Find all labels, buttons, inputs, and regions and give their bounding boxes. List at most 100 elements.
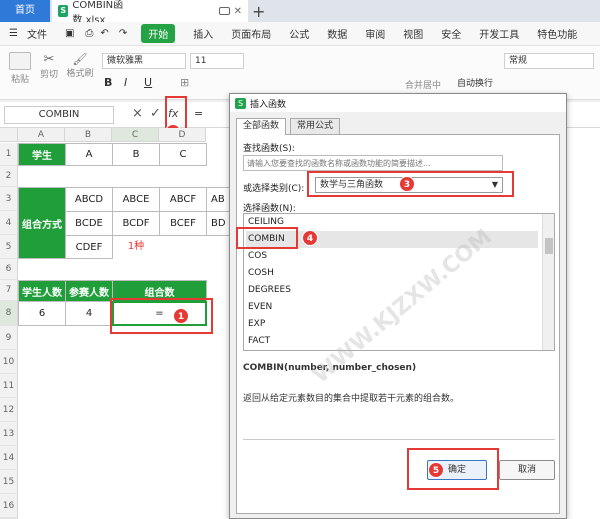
name-box[interactable]: COMBIN [4,106,114,124]
column-header-b[interactable]: B [65,128,112,142]
menu-review[interactable]: 审阅 [365,26,385,41]
column-header-c[interactable]: C [112,128,159,142]
cell-d4[interactable]: BCEF [159,211,207,236]
save-icon[interactable]: ▣ [65,28,74,39]
clipboard-icon [9,52,31,70]
row-header-13[interactable]: 13 [0,422,18,446]
border-icon[interactable]: ⊞ [180,76,189,89]
formula-input[interactable]: = [194,107,203,120]
scrollbar-thumb[interactable] [545,238,553,254]
insert-function-dialog: S 插入函数 全部函数 常用公式 查找函数(S): 或选择类别(C): 数学与三… [229,93,567,519]
row-header-12[interactable]: 12 [0,398,18,422]
row-header-15[interactable]: 15 [0,470,18,494]
cell-c1[interactable]: B [112,143,160,166]
tab-all-functions[interactable]: 全部函数 [236,118,287,135]
tab-common-formulas[interactable]: 常用公式 [290,118,341,134]
cell-group-label[interactable]: 组合方式 [18,187,66,259]
scissors-icon: ✂ [43,52,55,67]
redo-icon[interactable]: ↷ [119,28,127,39]
list-item[interactable]: FACT [246,333,538,350]
cut-label: 剪切 [39,70,58,80]
cell-c3[interactable]: ABCE [112,187,160,212]
corner-cell[interactable] [0,128,18,142]
cell-a1[interactable]: 学生 [18,143,66,166]
paste-label: 粘贴 [10,75,29,85]
column-header-d[interactable]: D [159,128,206,142]
brush-icon: 🖌 [72,52,88,66]
menu-view[interactable]: 视图 [403,26,423,41]
list-item[interactable]: DEGREES [246,282,538,299]
ok-highlight [407,448,499,490]
cell-b4[interactable]: BCDE [65,211,113,236]
home-tab[interactable]: 首页 [0,0,50,22]
cancel-formula-button[interactable]: × [132,106,143,121]
list-item[interactable]: COS [246,248,538,265]
undo-icon[interactable]: ↶ [100,28,108,39]
wrap-text-button[interactable]: 自动换行 [450,76,500,89]
cancel-button[interactable]: 取消 [499,460,555,480]
menu-insert[interactable]: 插入 [193,26,213,41]
cut-button[interactable]: ✂ 剪切 [36,52,62,80]
cell-c5[interactable]: 1种 [112,235,160,259]
menu-formula[interactable]: 公式 [289,26,309,41]
paste-button[interactable]: 粘贴 [6,52,34,85]
underline-button[interactable]: U [144,76,152,89]
number-format-select[interactable]: 常规 [504,53,594,69]
row-header-3[interactable]: 3 [0,187,18,211]
cell-d1[interactable]: C [159,143,207,166]
cell-b7[interactable]: 参赛人数 [65,280,113,302]
menu-security[interactable]: 安全 [441,26,461,41]
row-header-2[interactable]: 2 [0,166,18,187]
row-header-16[interactable]: 16 [0,494,18,518]
row-header-11[interactable]: 11 [0,374,18,398]
cell-b5[interactable]: CDEF [65,235,113,259]
italic-button[interactable]: I [124,76,127,89]
cell-b1[interactable]: A [65,143,113,166]
print-icon[interactable]: ⎙ [85,28,93,39]
file-tab[interactable]: S COMBIN函数.xlsx ✕ [52,0,248,26]
close-icon[interactable]: ✕ [234,6,242,17]
cell-e4[interactable]: BD [206,211,230,236]
cell-b8[interactable]: 4 [65,301,113,326]
menu-file[interactable]: 文件 [27,26,47,41]
cell-a8[interactable]: 6 [18,301,66,326]
list-item[interactable]: COSH [246,265,538,282]
step-badge-3: 3 [399,176,415,192]
row-header-7[interactable]: 7 [0,280,18,301]
combin-highlight [236,227,298,249]
menu-data[interactable]: 数据 [327,26,347,41]
new-tab-button[interactable]: + [252,2,265,21]
confirm-formula-button[interactable]: ✓ [150,106,161,121]
row-header-5[interactable]: 5 [0,235,18,259]
menu-page-layout[interactable]: 页面布局 [231,26,271,41]
bold-button[interactable]: B [104,76,112,89]
divider [243,439,555,440]
menu-start[interactable]: 开始 [141,24,176,43]
font-select[interactable]: 微软雅黑 [102,53,186,69]
row-header-4[interactable]: 4 [0,211,18,235]
merge-center-button[interactable]: 合并居中 [398,78,448,91]
menu-special[interactable]: 特色功能 [537,26,577,41]
menu-developer[interactable]: 开发工具 [479,26,519,41]
ribbon: 粘贴 ✂ 剪切 🖌 格式刷 微软雅黑 11 B I U ⊞ 合并居中 自动换行 … [0,46,600,100]
cell-b3[interactable]: ABCD [65,187,113,212]
cell-a7[interactable]: 学生人数 [18,280,66,302]
format-painter-button[interactable]: 🖌 格式刷 [64,52,96,79]
menu-bar: ☰ 文件 ▣ ⎙ ↶ ↷ 开始 插入 页面布局 公式 数据 审阅 视图 安全 开… [0,22,600,46]
row-header-1[interactable]: 1 [0,143,18,166]
row-header-6[interactable]: 6 [0,259,18,280]
row-header-14[interactable]: 14 [0,446,18,470]
search-function-input[interactable] [243,155,503,171]
column-header-a[interactable]: A [18,128,65,142]
hamburger-icon[interactable]: ☰ [9,28,18,39]
scrollbar[interactable] [542,214,554,350]
cell-c4[interactable]: BCDF [112,211,160,236]
category-label: 或选择类别(C): [243,184,305,194]
row-header-9[interactable]: 9 [0,326,18,350]
screen-icon[interactable] [218,7,230,15]
cell-d3[interactable]: ABCF [159,187,207,212]
cell-e3[interactable]: AB [206,187,230,212]
font-size-select[interactable]: 11 [190,53,244,69]
row-header-8[interactable]: 8 [0,301,18,326]
row-header-10[interactable]: 10 [0,350,18,374]
